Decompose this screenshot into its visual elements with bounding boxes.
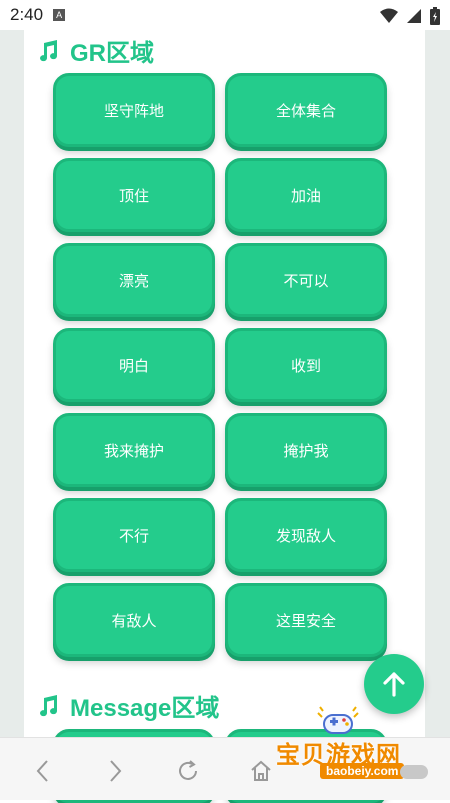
- gamepad-logo-icon: [317, 706, 359, 734]
- button-label: 发现敌人: [275, 526, 336, 545]
- gr-button[interactable]: 这里安全: [225, 583, 387, 657]
- button-label: 顶住: [118, 186, 149, 205]
- back-button[interactable]: [28, 756, 58, 786]
- notification-icon: A: [53, 9, 66, 21]
- gr-button[interactable]: 明白: [53, 328, 215, 402]
- gr-button[interactable]: 有敌人: [53, 583, 215, 657]
- watermark-toggle: [400, 765, 428, 779]
- button-label: 掩护我: [283, 441, 329, 460]
- button-label: 明白: [118, 356, 149, 375]
- watermark: 宝贝游戏网 baobeiy.com: [270, 705, 445, 785]
- button-label: 加油: [290, 186, 321, 205]
- button-label: 收到: [290, 356, 321, 375]
- watermark-url: baobeiy.com: [320, 763, 405, 779]
- gr-button[interactable]: 漂亮: [53, 243, 215, 317]
- gr-button[interactable]: 发现敌人: [225, 498, 387, 572]
- status-bar: 2:40 A: [0, 0, 450, 30]
- button-label: 不行: [118, 526, 149, 545]
- wifi-icon: [380, 8, 398, 23]
- section-title-text: GR区域: [70, 40, 154, 67]
- gr-button[interactable]: 不可以: [225, 243, 387, 317]
- battery-icon: [430, 7, 440, 25]
- back-icon: [36, 760, 48, 782]
- button-label: 不可以: [283, 271, 329, 290]
- gr-button[interactable]: 我来掩护: [53, 413, 215, 487]
- gr-button[interactable]: 不行: [53, 498, 215, 572]
- button-label: 坚守阵地: [103, 101, 164, 120]
- button-label: 漂亮: [118, 271, 149, 290]
- gr-button[interactable]: 收到: [225, 328, 387, 402]
- gr-button[interactable]: 顶住: [53, 158, 215, 232]
- button-label: 有敌人: [111, 611, 157, 630]
- refresh-button[interactable]: [173, 756, 203, 786]
- button-label: 我来掩护: [103, 441, 164, 460]
- gr-button[interactable]: 坚守阵地: [53, 73, 215, 147]
- status-time: 2:40: [10, 5, 44, 24]
- gr-button[interactable]: 全体集合: [225, 73, 387, 147]
- music-note-icon: [40, 39, 58, 61]
- gr-button[interactable]: 掩护我: [225, 413, 387, 487]
- music-note-icon: [40, 694, 58, 716]
- gr-button[interactable]: 加油: [225, 158, 387, 232]
- forward-icon: [110, 760, 122, 782]
- signal-icon: [407, 9, 421, 23]
- section-title-gr: GR区域: [36, 33, 154, 68]
- forward-button[interactable]: [100, 756, 130, 786]
- button-label: 全体集合: [275, 101, 336, 120]
- status-icons: [380, 7, 440, 25]
- button-label: 这里安全: [275, 611, 336, 630]
- arrow-up-icon: [383, 672, 405, 697]
- section-title-text: Message区域: [70, 695, 220, 722]
- refresh-icon: [179, 760, 197, 780]
- section-title-message: Message区域: [36, 688, 219, 723]
